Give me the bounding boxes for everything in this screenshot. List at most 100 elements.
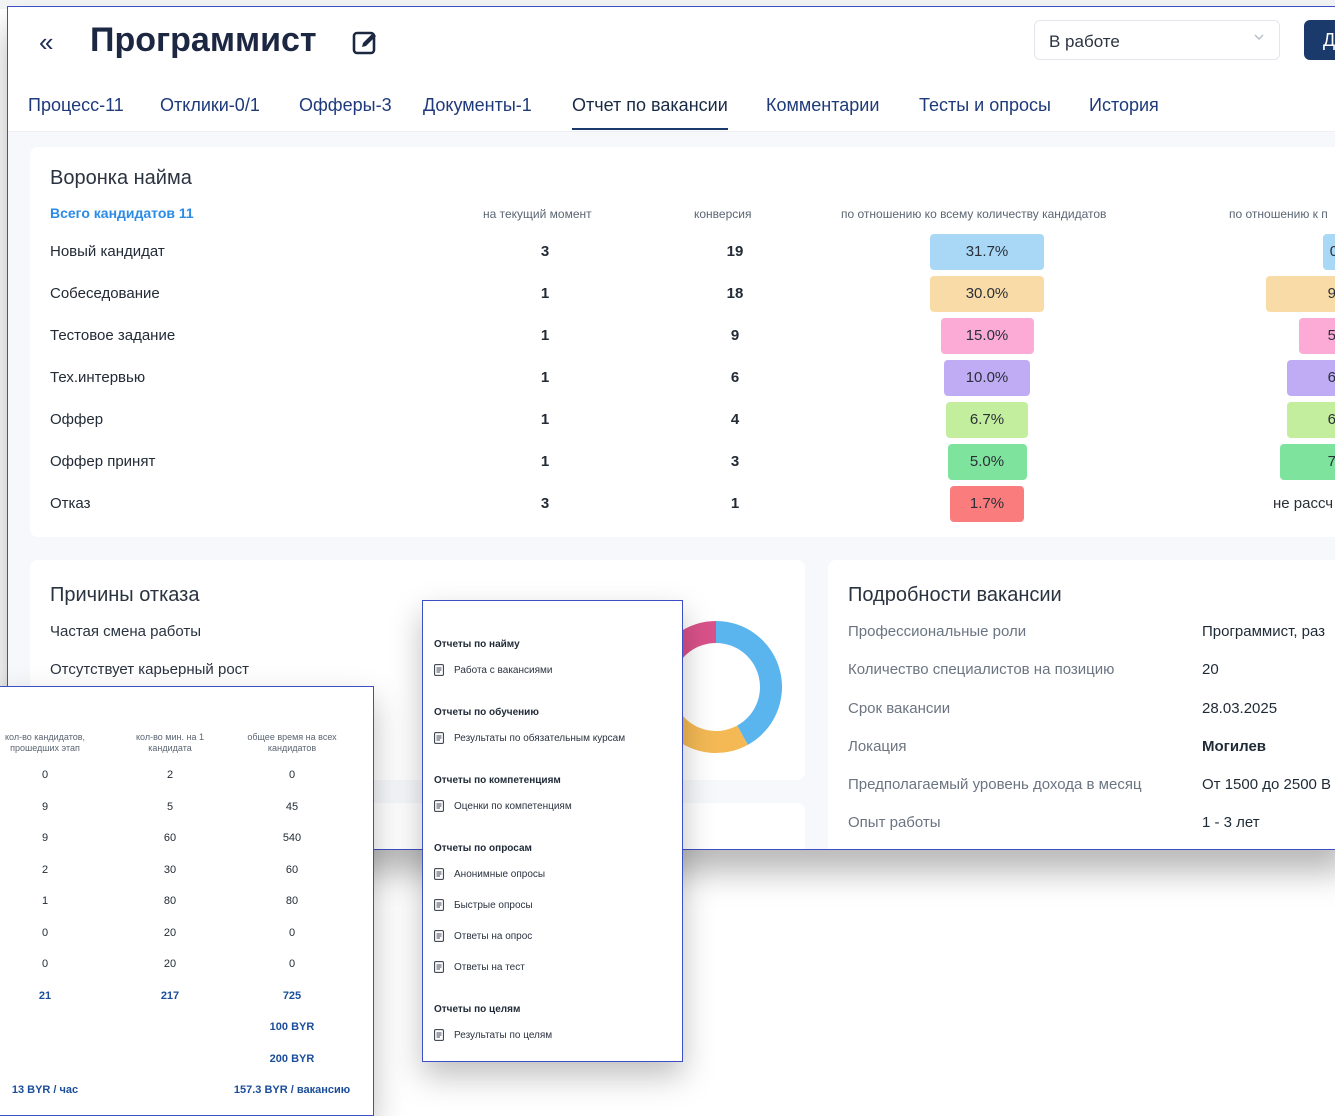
detail-label: Профессиональные роли xyxy=(848,623,1026,640)
detail-value: От 1500 до 2500 B xyxy=(1202,776,1331,793)
funnel-share-total-pill: 10.0% xyxy=(944,360,1030,396)
status-select[interactable]: В работе xyxy=(1034,20,1280,60)
stats-total-candidates: 21 xyxy=(0,990,95,1002)
tab-comments[interactable]: Комментарии xyxy=(766,95,879,116)
document-icon xyxy=(434,961,444,973)
page-header: « Программист В работе Д Процесс-11 Откл… xyxy=(8,7,1335,132)
funnel-now-value: 3 xyxy=(500,495,590,512)
menu-group-heading: Отчеты по обучению xyxy=(434,707,539,718)
stats-cell-total: 0 xyxy=(237,958,347,970)
detail-label: Количество специалистов на позицию xyxy=(848,661,1114,678)
tab-documents[interactable]: Документы-1 xyxy=(423,95,532,116)
details-title: Подробности вакансии xyxy=(848,584,1062,607)
stats-cell-total: 80 xyxy=(237,895,347,907)
stats-cell-candidates: 1 xyxy=(0,895,95,907)
stats-cell-candidates: 0 xyxy=(0,769,95,781)
funnel-conversion-value: 1 xyxy=(690,495,780,512)
reason-item: Отсутствует карьерный рост xyxy=(50,661,249,678)
back-button[interactable]: « xyxy=(39,27,53,58)
funnel-stage-label: Собеседование xyxy=(50,285,160,302)
funnel-title: Воронка найма xyxy=(50,167,192,190)
stats-cell-minutes: 5 xyxy=(115,801,225,813)
funnel-share-total-pill: 1.7% xyxy=(950,486,1024,522)
document-icon xyxy=(434,1029,444,1041)
menu-group-heading: Отчеты по компетенциям xyxy=(434,775,561,786)
funnel-stage-label: Оффер xyxy=(50,411,103,428)
menu-group-heading: Отчеты по опросам xyxy=(434,843,532,854)
stats-cell-candidates: 9 xyxy=(0,801,95,813)
edit-icon[interactable] xyxy=(352,29,380,57)
funnel-total-link[interactable]: Всего кандидатов 11 xyxy=(50,205,194,221)
stats-cost-2: 200 BYR xyxy=(237,1053,347,1065)
stage-stats-table: кол-во кандидатов,прошедших этап кол-во … xyxy=(0,686,374,1116)
col-header-now: на текущий момент xyxy=(483,207,592,221)
menu-report-item-label: Результаты по целям xyxy=(454,1030,552,1041)
stats-total-minutes: 217 xyxy=(115,990,225,1002)
detail-label: Опыт работы xyxy=(848,814,941,831)
funnel-share-prev-bar: 66 xyxy=(1287,402,1335,438)
detail-value: 20 xyxy=(1202,661,1219,678)
tab-offers[interactable]: Офферы-3 xyxy=(299,95,392,116)
donut-slice[interactable] xyxy=(716,621,782,745)
stats-cell-total: 0 xyxy=(237,927,347,939)
funnel-now-value: 1 xyxy=(500,369,590,386)
status-select-value: В работе xyxy=(1049,32,1120,52)
menu-group-heading: Отчеты по целям xyxy=(434,1004,520,1015)
funnel-row: Оффер принят 1 3 5.0% 75 xyxy=(30,443,1335,485)
reports-menu: Отчеты по наймуРабота с вакансиямиОтчеты… xyxy=(422,600,683,1062)
funnel-row: Оффер146.7%66 xyxy=(30,401,1335,443)
detail-value: 28.03.2025 xyxy=(1202,700,1277,717)
primary-action-button[interactable]: Д xyxy=(1304,20,1335,60)
reasons-title: Причины отказа xyxy=(50,584,199,607)
funnel-stage-label: Оффер принят xyxy=(50,453,155,470)
funnel-conversion-value: 9 xyxy=(690,327,780,344)
menu-report-item-label: Работа с вакансиями xyxy=(454,665,552,676)
detail-value: Могилев xyxy=(1202,738,1266,755)
detail-label: Локация xyxy=(848,738,907,755)
tab-responses[interactable]: Отклики-0/1 xyxy=(160,95,260,116)
stats-col-candidates: кол-во кандидатов,прошедших этап xyxy=(0,732,95,754)
stats-cell-total: 0 xyxy=(237,769,347,781)
funnel-share-total-pill: 31.7% xyxy=(930,234,1044,270)
stats-cell-minutes: 60 xyxy=(115,832,225,844)
stats-cell-total: 60 xyxy=(237,864,347,876)
funnel-now-value: 1 xyxy=(500,285,590,302)
tab-tests[interactable]: Тесты и опросы xyxy=(919,95,1051,116)
funnel-share-prev-bar: 75 xyxy=(1280,444,1335,480)
stats-col-minutes: кол-во мин. на 1кандидата xyxy=(115,732,225,754)
funnel-share-prev-bar: 94 xyxy=(1266,276,1335,312)
col-header-share-prev: по отношению к п xyxy=(1229,207,1328,221)
funnel-share-prev-bar: 50 xyxy=(1299,318,1335,354)
tab-vacancy-report[interactable]: Отчет по вакансии xyxy=(572,95,728,116)
reason-item: Частая смена работы xyxy=(50,623,201,640)
page-title: Программист xyxy=(90,21,317,60)
stats-cell-minutes: 2 xyxy=(115,769,225,781)
funnel-row: Отказ311.7%не рассч xyxy=(30,485,1335,527)
vacancy-details-card: Подробности вакансии Профессиональные ро… xyxy=(828,560,1335,850)
funnel-share-total-pill: 15.0% xyxy=(941,318,1034,354)
funnel-share-total-pill: 6.7% xyxy=(946,402,1027,438)
document-icon xyxy=(434,664,444,676)
funnel-share-prev-bar: 66 xyxy=(1287,360,1335,396)
funnel-stage-label: Тех.интервью xyxy=(50,369,145,386)
stats-col-total-time: общее время на всехкандидатов xyxy=(237,732,347,754)
funnel-row: Собеседование11830.0%94 xyxy=(30,275,1335,317)
stats-cell-minutes: 80 xyxy=(115,895,225,907)
stats-cost-1: 100 BYR xyxy=(237,1021,347,1033)
menu-report-item-label: Результаты по обязательным курсам xyxy=(454,733,625,744)
funnel-share-prev-bar: 0. xyxy=(1323,234,1335,270)
funnel-now-value: 1 xyxy=(500,453,590,470)
document-icon xyxy=(434,868,444,880)
chevron-down-icon xyxy=(1253,31,1265,43)
document-icon xyxy=(434,899,444,911)
funnel-share-total-pill: 5.0% xyxy=(948,444,1027,480)
funnel-conversion-value: 3 xyxy=(690,453,780,470)
funnel-conversion-value: 4 xyxy=(690,411,780,428)
primary-action-label: Д xyxy=(1323,30,1335,51)
document-icon xyxy=(434,800,444,812)
funnel-stage-label: Тестовое задание xyxy=(50,327,175,344)
tab-process[interactable]: Процесс-11 xyxy=(28,95,124,116)
document-icon xyxy=(434,732,444,744)
tab-history[interactable]: История xyxy=(1089,95,1159,116)
document-icon xyxy=(434,930,444,942)
